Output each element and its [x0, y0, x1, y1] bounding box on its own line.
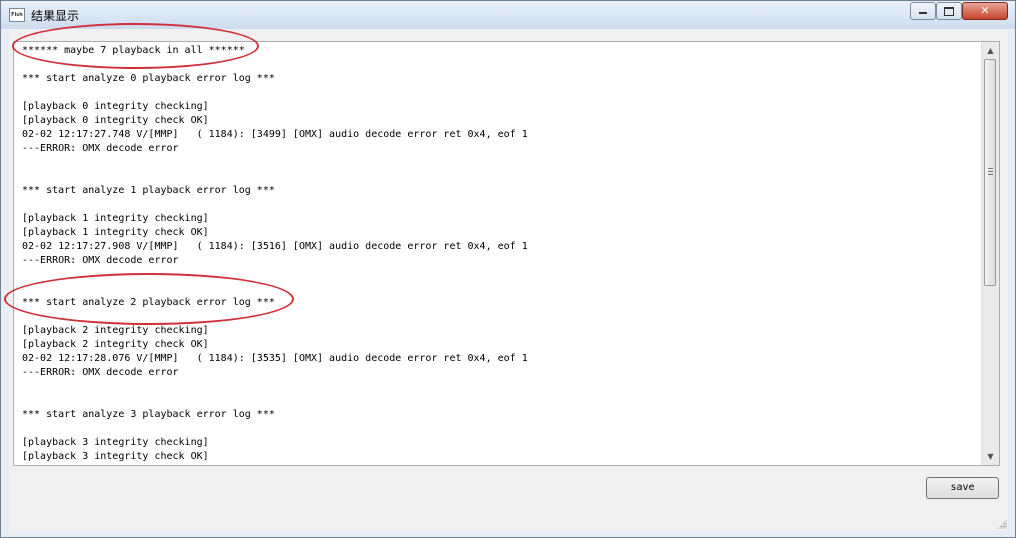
- log-line: *** start analyze 1 playback error log *…: [22, 185, 275, 196]
- result-window: Fish 结果显示 ✕ ****** maybe 7 playback in a…: [0, 0, 1016, 538]
- client-area: ****** maybe 7 playback in all ****** ***…: [9, 29, 1008, 531]
- minimize-icon: [919, 12, 927, 14]
- log-line: *** start analyze 2 playback error log *…: [22, 297, 275, 308]
- log-textarea[interactable]: ****** maybe 7 playback in all ****** ***…: [13, 41, 1000, 466]
- grip-icon: [988, 168, 993, 175]
- log-line: *** start analyze 0 playback error log *…: [22, 73, 275, 84]
- save-button[interactable]: save: [926, 477, 999, 499]
- log-line: 02-02 12:17:27.908 V/[MMP] ( 1184): [351…: [22, 241, 528, 252]
- log-line: [playback 1 integrity checking]: [22, 213, 209, 224]
- log-line: ---ERROR: OMX decode error: [22, 255, 179, 266]
- window-title: 结果显示: [31, 9, 80, 23]
- log-line: [playback 2 integrity check OK]: [22, 339, 209, 350]
- scroll-up-arrow-icon[interactable]: ▲: [982, 42, 999, 59]
- log-line: 02-02 12:17:28.076 V/[MMP] ( 1184): [353…: [22, 353, 528, 364]
- log-line: [playback 0 integrity check OK]: [22, 115, 209, 126]
- log-line: ****** maybe 7 playback in all ******: [22, 45, 245, 56]
- log-line: *** start analyze 3 playback error log *…: [22, 409, 275, 420]
- scroll-down-arrow-icon[interactable]: ▼: [982, 448, 999, 465]
- log-line: [playback 0 integrity checking]: [22, 101, 209, 112]
- maximize-icon: [944, 7, 954, 16]
- app-icon: Fish: [9, 8, 25, 22]
- log-content: ****** maybe 7 playback in all ****** ***…: [22, 44, 982, 465]
- close-button[interactable]: ✕: [962, 2, 1008, 20]
- log-line: ---ERROR: OMX decode error: [22, 143, 179, 154]
- log-line: ---ERROR: OMX decode error: [22, 367, 179, 378]
- scrollbar-thumb[interactable]: [984, 59, 996, 286]
- log-line: [playback 3 integrity checking]: [22, 437, 209, 448]
- title-bar[interactable]: Fish 结果显示 ✕: [1, 1, 1015, 29]
- close-icon: ✕: [980, 4, 990, 17]
- log-line: 02-02 12:17:27.748 V/[MMP] ( 1184): [349…: [22, 129, 528, 140]
- log-line: [playback 2 integrity checking]: [22, 325, 209, 336]
- resize-grip-icon[interactable]: [997, 519, 1007, 529]
- vertical-scrollbar[interactable]: ▲ ▼: [981, 42, 999, 465]
- log-line: [playback 3 integrity check OK]: [22, 451, 209, 462]
- log-line: 02-02 12:17:28.215 V/[MMP] ( 1184): [355…: [22, 464, 982, 465]
- minimize-button[interactable]: [910, 2, 936, 20]
- log-line: [playback 1 integrity check OK]: [22, 227, 209, 238]
- maximize-button[interactable]: [936, 2, 962, 20]
